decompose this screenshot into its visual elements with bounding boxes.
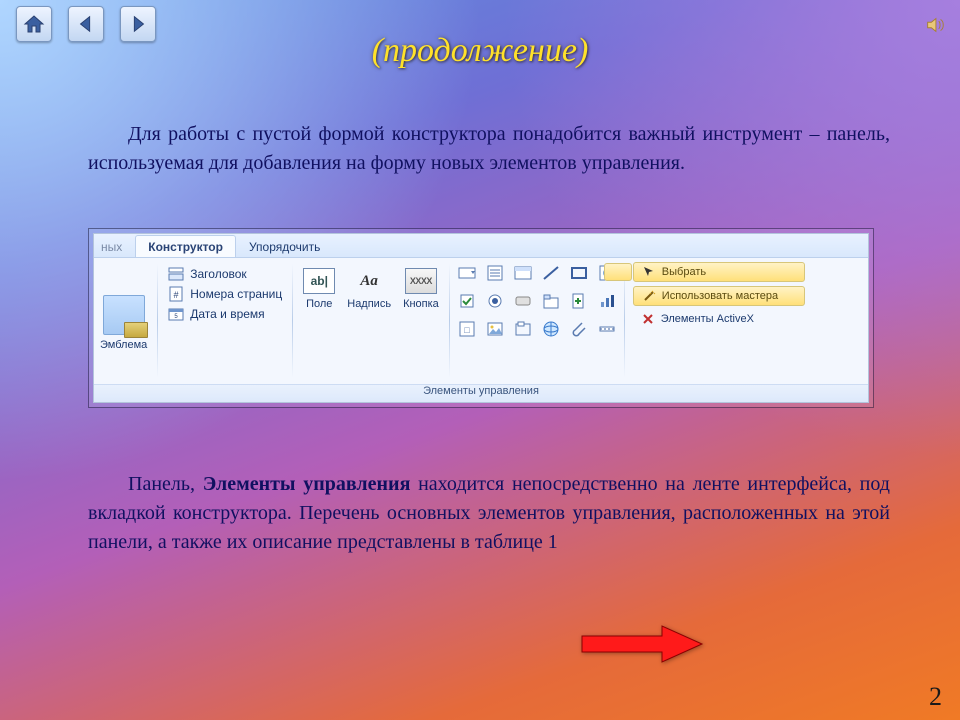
paragraph-2: Панель, Элементы управления находится не…	[88, 470, 890, 557]
combobox-icon[interactable]	[456, 262, 478, 284]
wand-icon	[642, 289, 656, 303]
chart-icon[interactable]	[596, 290, 618, 312]
group-right: Выбрать Использовать мастера Элементы Ac…	[629, 258, 809, 384]
btn-date-time[interactable]: 5 Дата и время	[168, 306, 282, 322]
insert-page-icon[interactable]	[568, 290, 590, 312]
button-icon: XXXX	[405, 268, 437, 294]
svg-text:□: □	[464, 325, 470, 335]
rectangle-icon[interactable]	[568, 262, 590, 284]
btn-page-numbers[interactable]: # Номера страниц	[168, 286, 282, 302]
hyperlink-icon[interactable]	[540, 318, 562, 340]
unbound-object-icon[interactable]: □	[456, 318, 478, 340]
btn-activex[interactable]: Элементы ActiveX	[633, 310, 805, 328]
image-icon[interactable]	[484, 318, 506, 340]
svg-text:#: #	[174, 290, 179, 300]
bold-term: Элементы управления	[203, 473, 411, 495]
ribbon-tabs: ных Конструктор Упорядочить	[94, 234, 868, 258]
tab-partial[interactable]: ных	[94, 235, 135, 257]
btn-field[interactable]: ab| Поле	[303, 268, 335, 310]
group-header-items: Заголовок # Номера страниц 5 Дата и врем…	[162, 258, 288, 384]
paragraph-1: Для работы с пустой формой конструктора …	[88, 120, 890, 178]
controls-gallery: □	[454, 258, 620, 384]
listbox-icon[interactable]	[484, 262, 506, 284]
page-number-icon: #	[168, 286, 184, 302]
btn-select[interactable]: Выбрать	[633, 262, 805, 282]
next-arrow[interactable]	[580, 624, 704, 664]
group-fields: ab| Поле Aa Надпись XXXX Кнопка	[297, 258, 445, 384]
btn-label[interactable]: Aa Надпись	[347, 268, 391, 310]
title-icon	[168, 266, 184, 282]
group-emblem: Эмблема	[94, 258, 153, 384]
checkbox-icon[interactable]	[456, 290, 478, 312]
pagerule-icon[interactable]	[596, 318, 618, 340]
emblem-label: Эмблема	[100, 339, 147, 351]
btn-button[interactable]: XXXX Кнопка	[403, 268, 439, 310]
datetime-icon: 5	[168, 306, 184, 322]
tab-arrange[interactable]: Упорядочить	[236, 235, 333, 257]
btn-title[interactable]: Заголовок	[168, 266, 282, 282]
btn-use-wizard[interactable]: Использовать мастера	[633, 286, 805, 306]
ribbon-screenshot: ных Конструктор Упорядочить Эмблема Заго…	[88, 228, 874, 408]
page-number: 2	[929, 682, 942, 712]
toggle-icon[interactable]	[512, 290, 534, 312]
cursor-icon	[642, 265, 656, 279]
textbox-icon: ab|	[303, 268, 335, 294]
line-icon[interactable]	[540, 262, 562, 284]
emblem-icon[interactable]	[103, 295, 145, 335]
tab-constructor[interactable]: Конструктор	[135, 235, 236, 257]
subform-icon[interactable]	[512, 262, 534, 284]
red-arrow-icon	[580, 624, 704, 664]
tab-control-icon[interactable]	[540, 290, 562, 312]
label-icon: Aa	[353, 268, 385, 294]
option-icon[interactable]	[484, 290, 506, 312]
activex-icon	[641, 312, 655, 326]
option-group-icon[interactable]	[512, 318, 534, 340]
slide-title: (продолжение)	[0, 32, 960, 70]
attachment-icon[interactable]	[568, 318, 590, 340]
group-caption: Элементы управления	[94, 384, 868, 402]
